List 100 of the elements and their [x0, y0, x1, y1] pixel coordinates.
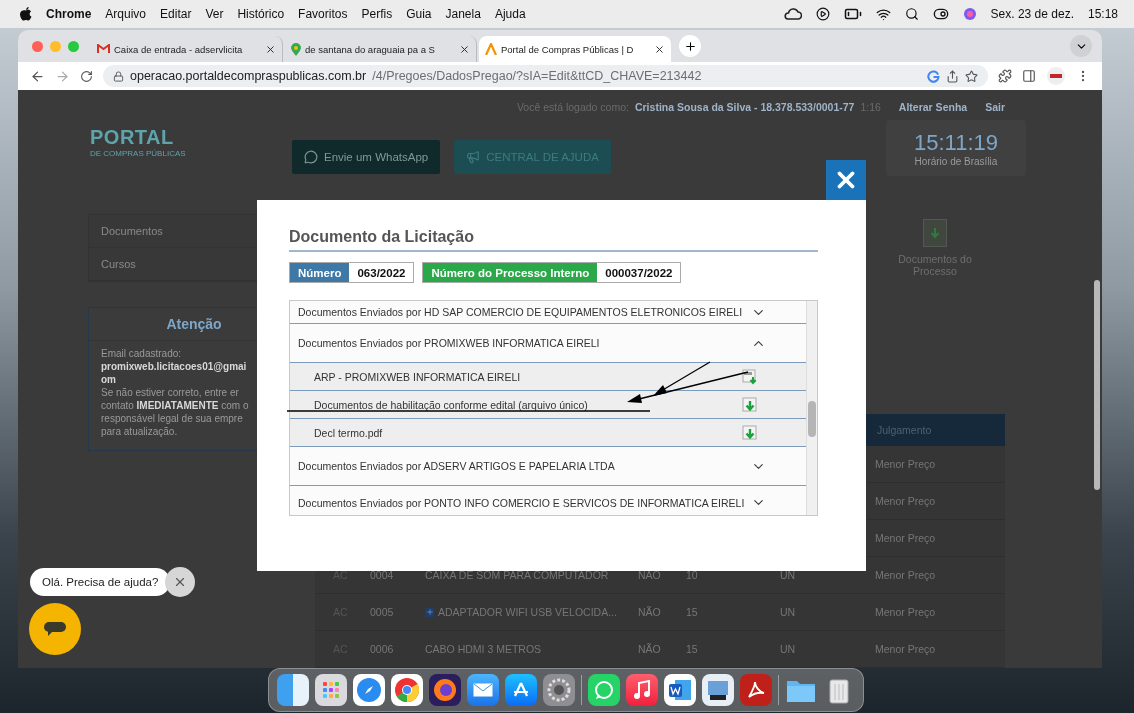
- new-tab-button[interactable]: [679, 35, 701, 57]
- reload-icon[interactable]: [80, 69, 93, 83]
- menu-bar-date[interactable]: Sex. 23 de dez.: [990, 7, 1074, 21]
- menu-item[interactable]: Favoritos: [298, 7, 348, 21]
- menu-item[interactable]: Ver: [205, 7, 224, 21]
- file-row[interactable]: Decl termo.pdf: [290, 419, 806, 447]
- close-tab-icon[interactable]: [654, 43, 665, 55]
- table-cell-text: 0006: [370, 643, 395, 655]
- app-store-icon[interactable]: [505, 674, 537, 706]
- notice-text: Se não estiver correto, entre er: [100, 386, 240, 399]
- menu-item[interactable]: Guia: [406, 7, 432, 21]
- music-note-app-icon[interactable]: [626, 674, 658, 706]
- plus-icon[interactable]: [425, 607, 434, 617]
- table-cell-text: 0004: [370, 569, 395, 581]
- accordion-header[interactable]: Documentos Enviados por HD SAP COMERCIO DE EQUIPAMENTOS ELETRONICOS EIRELI: [290, 301, 806, 324]
- pdf-reader-app-icon[interactable]: [740, 674, 772, 706]
- tab-search-button[interactable]: [1070, 35, 1092, 57]
- photo-viewer-app-icon[interactable]: [702, 674, 734, 706]
- notice-text: Email cadastrado:: [100, 347, 183, 360]
- lock-icon: [113, 70, 124, 82]
- file-name: Documentos de habilitação conforme edital (arquivo único): [314, 398, 588, 411]
- notice-text: responsável legal de sua empre: [100, 412, 244, 425]
- profile-avatar-icon[interactable]: [1046, 66, 1066, 86]
- table-cell-text: 10: [686, 569, 699, 581]
- mail-app-icon[interactable]: [467, 674, 499, 706]
- menu-item[interactable]: Janela: [445, 7, 481, 21]
- pdf-download-icon[interactable]: [742, 368, 758, 385]
- accordion-title: Documentos Enviados por HD SAP COMERCIO DE EQUIPAMENTOS ELETRONICOS EIRELI: [298, 306, 743, 318]
- menu-item[interactable]: Arquivo: [105, 7, 147, 21]
- notice-text: contato IMEDIATAMENTE com o: [100, 399, 250, 412]
- table-cell-text: UN: [780, 606, 797, 618]
- file-row[interactable]: Documentos de habilitação conforme edital (arquivo único): [290, 391, 806, 419]
- download-icon[interactable]: [742, 396, 758, 413]
- document-app-icon[interactable]: [664, 674, 696, 706]
- close-tab-icon[interactable]: [265, 43, 276, 55]
- wifi-icon[interactable]: [875, 6, 891, 22]
- accordion-title: Documentos Enviados por PROMIXWEB INFORMATICA EIRELI: [298, 337, 600, 349]
- close-chat-button[interactable]: [165, 567, 195, 597]
- header-link[interactable]: Alterar Senha: [898, 101, 968, 113]
- menu-item[interactable]: Histórico: [237, 7, 285, 21]
- share-icon[interactable]: [946, 69, 959, 83]
- table-cell-text: Menor Preço: [875, 495, 937, 507]
- menu-item[interactable]: Perfis: [361, 7, 393, 21]
- bookmark-star-icon[interactable]: [965, 69, 978, 83]
- browser-tab[interactable]: Portal de Compras Públicas | D: [479, 36, 671, 62]
- app-grid-icon[interactable]: [315, 674, 347, 706]
- table-cell-text: CAIXA DE SOM PARA COMPUTADOR: [425, 569, 610, 581]
- table-cell-text: NÃO: [638, 606, 662, 618]
- table-cell-text: 15: [686, 643, 699, 655]
- menu-item[interactable]: Editar: [160, 7, 192, 21]
- speech-bubble-icon: [43, 620, 67, 638]
- phone-chat-app-icon[interactable]: [588, 674, 620, 706]
- orb-icon[interactable]: [962, 7, 977, 21]
- notice-text: om: [100, 373, 117, 386]
- table-cell-text: Menor Preço: [875, 458, 937, 470]
- menu-item[interactable]: Ajuda: [494, 7, 526, 21]
- cloud-icon[interactable]: [783, 8, 802, 20]
- google-icon[interactable]: [927, 69, 940, 83]
- extensions-icon[interactable]: [998, 69, 1012, 83]
- clock-label: Horário de Brasília: [914, 155, 998, 167]
- search-icon[interactable]: [904, 7, 919, 21]
- menu-bar-time[interactable]: 15:18: [1087, 7, 1118, 21]
- table-cell-text: Menor Preço: [875, 606, 937, 618]
- close-dialog-button[interactable]: [826, 160, 866, 200]
- table-cell-text: Menor Preço: [875, 569, 937, 581]
- header-link[interactable]: Sair: [985, 101, 1005, 113]
- accordion-header[interactable]: Documentos Enviados por PONTO INFO COMERCIO E SERVICOS DE INFORMATICA EIRELI: [290, 486, 806, 515]
- plus-icon: [683, 39, 697, 53]
- accordion-title: Documentos Enviados por ADSERV ARTIGOS E PAPELARIA LTDA: [298, 460, 615, 472]
- file-name: Decl termo.pdf: [314, 426, 383, 439]
- whatsapp-button[interactable]: Envie um WhatsApp: [292, 140, 441, 174]
- control-center-icon[interactable]: [932, 6, 949, 22]
- scrollbar-thumb[interactable]: [1094, 280, 1100, 490]
- apple-logo-icon: [20, 7, 32, 21]
- accordion-header[interactable]: Documentos Enviados por ADSERV ARTIGOS E PAPELARIA LTDA: [290, 447, 806, 486]
- table-cell-text: CABO HDMI 3 METROS: [425, 643, 543, 655]
- user-name: Cristina Sousa da Silva - 18.378.533/0001-77: [634, 101, 855, 113]
- caret-logo-icon: [485, 43, 497, 55]
- notice-text: promixweb.licitacoes01@gmai: [100, 360, 248, 373]
- file-row[interactable]: ARP - PROMIXWEB INFORMATICA EIRELI: [290, 363, 806, 391]
- chat-launcher-button[interactable]: [29, 603, 81, 655]
- chrome-app-icon[interactable]: [391, 674, 423, 706]
- compass-app-icon[interactable]: [353, 674, 385, 706]
- map-pin-icon: [291, 42, 301, 56]
- close-tab-icon[interactable]: [459, 43, 470, 55]
- accordion-title: Documentos Enviados por PONTO INFO COMERCIO E SERVICOS DE INFORMATICA EIRELI: [298, 496, 745, 509]
- back-icon[interactable]: [30, 68, 45, 84]
- scrollbar-thumb[interactable]: [808, 401, 816, 437]
- gear-app-icon[interactable]: [543, 674, 575, 706]
- table-cell-text: 15: [686, 606, 699, 618]
- side-panel-icon[interactable]: [1022, 69, 1036, 83]
- address-bar[interactable]: operacao.portaldecompraspublicas.com.br /4/Pregoes/DadosPregao/?sIA=Edit&ttCD_CHAVE=213442: [103, 65, 988, 87]
- accordion-header[interactable]: Documentos Enviados por PROMIXWEB INFORMATICA EIRELI: [290, 324, 806, 363]
- close-icon: [173, 575, 187, 589]
- download-icon[interactable]: [742, 424, 758, 441]
- notice-text: para atualização.: [100, 425, 179, 438]
- clock-time: 15:11:19: [914, 129, 998, 156]
- play-icon[interactable]: [815, 7, 830, 21]
- chat-bubble-icon: [304, 150, 318, 164]
- app-menu[interactable]: Chrome: [46, 7, 92, 21]
